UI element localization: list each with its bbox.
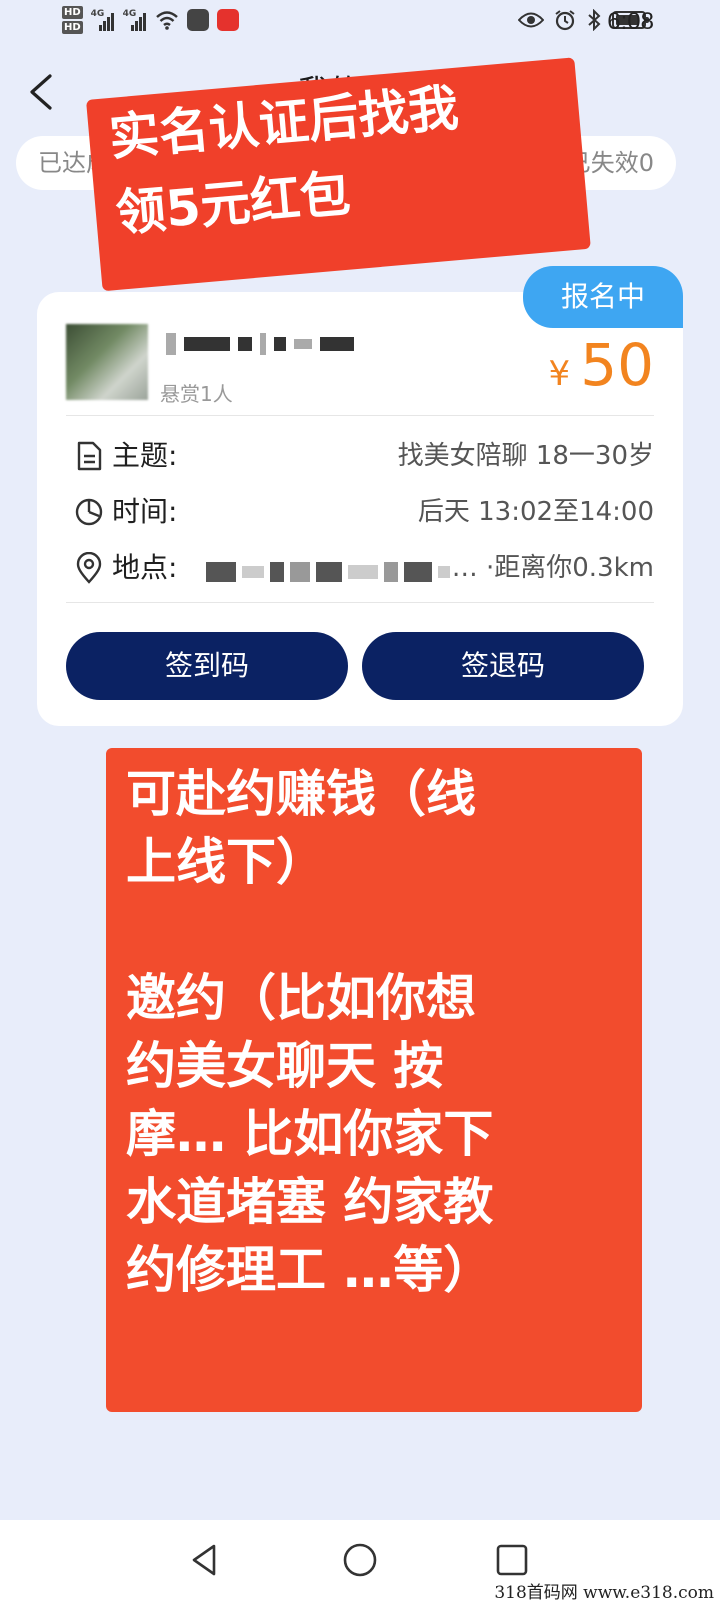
info-line: 约美女聊天 按 [126,1037,444,1095]
hd-indicator: HD HD [62,6,83,34]
checkout-code-button[interactable]: 签退码 [362,632,644,700]
wifi-icon [155,11,178,30]
topic-value: 找美女陪聊 18一30岁 [397,441,654,471]
topic-label: 主题: [112,439,178,472]
card-divider-bottom [66,602,654,603]
alarm-icon [555,10,575,31]
square-recents-icon[interactable] [492,1540,532,1580]
info-line: 摩… 比如你家下 [126,1105,494,1163]
network-type-label-2: 4G [122,9,137,19]
status-badge: 报名中 [523,266,683,328]
signal-icon: 4G [91,9,115,31]
info-line: 水道堵塞 约家教 [126,1173,494,1231]
location-pin-icon [76,552,102,584]
location-label: 地点: [112,551,178,584]
promo-overlay: 实名认证后找我 领5元红包 [86,57,591,292]
book-icon [216,9,239,31]
info-gap [126,896,624,964]
watermark: 318首码网 www.e318.com [494,1583,714,1600]
signal-icon-2: 4G [123,9,147,31]
info-line: 可赴约赚钱（线 [126,765,476,823]
info-line: 约修理工 …等） [126,1241,494,1299]
circle-home-icon[interactable] [340,1540,380,1580]
checkin-code-button[interactable]: 签到码 [66,632,348,700]
hd-label-bottom: HD [62,21,83,34]
avatar [66,324,148,400]
message-icon [186,9,209,31]
info-overlay: 可赴约赚钱（线 上线下） 邀约（比如你想 约美女聊天 按 摩… 比如你家下 水道… [106,748,642,1412]
currency-symbol: ¥ [548,354,571,394]
status-time: 6:08 [607,8,654,35]
network-type-label: 4G [90,9,105,19]
location-redacted [206,562,450,582]
hd-label-top: HD [62,6,83,19]
poster-label: 悬赏1人 [160,382,233,406]
location-value: … ·距离你0.3km [451,553,654,583]
poster-name-redacted [166,333,354,355]
status-bar: HD HD 4G 4G 6:08 [0,0,720,48]
reward-price: ¥ 50 [549,332,654,398]
time-label: 时间: [112,495,178,528]
bluetooth-icon [588,9,601,31]
triangle-back-icon[interactable] [186,1540,226,1580]
card-divider-top [66,415,654,416]
clock-icon [75,498,103,526]
info-line: 邀约（比如你想 [126,969,476,1027]
eye-icon [518,12,544,28]
time-value: 后天 13:02至14:00 [417,497,654,527]
info-line: 上线下） [126,833,326,891]
promo-line-2: 领5元红包 [113,164,353,243]
reward-amount: 50 [580,331,654,399]
status-left: HD HD 4G 4G [62,6,239,34]
document-icon [77,441,102,471]
